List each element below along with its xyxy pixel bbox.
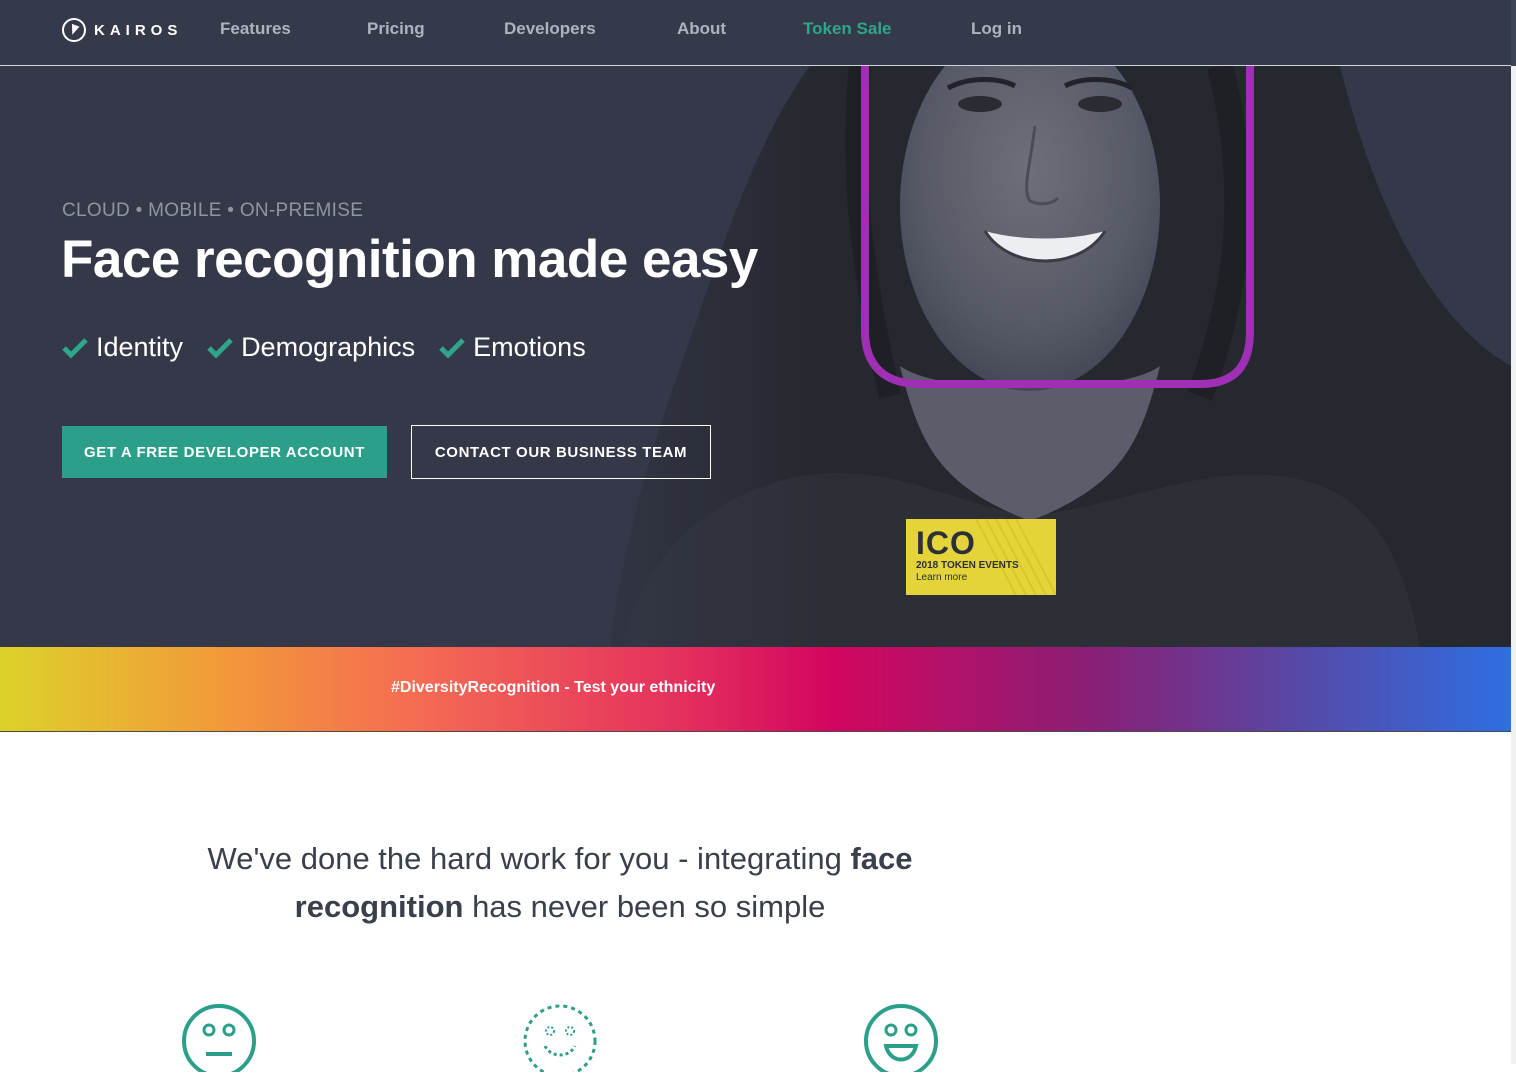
diversity-recognition-banner: #DiversityRecognition - Test your ethnic… bbox=[0, 647, 1511, 732]
ico-token-events-badge[interactable]: ICO 2018 TOKEN EVENTS Learn more bbox=[906, 519, 1056, 595]
feature-emotions: Emotions bbox=[439, 332, 586, 363]
kairos-logo[interactable]: KAIROS bbox=[62, 16, 182, 44]
nav-token-sale[interactable]: Token Sale bbox=[803, 19, 892, 39]
ico-learn-more-link[interactable]: Learn more bbox=[916, 572, 967, 583]
top-navbar: KAIROS Features Pricing Developers About… bbox=[0, 0, 1511, 66]
intro-text-part2: has never been so simple bbox=[463, 889, 826, 924]
diversity-recognition-link[interactable]: #DiversityRecognition - Test your ethnic… bbox=[391, 679, 715, 697]
scrollbar-track[interactable] bbox=[1511, 0, 1516, 1064]
intro-text-part1: We've done the hard work for you - integ… bbox=[207, 841, 851, 876]
feature-label: Identity bbox=[96, 332, 184, 362]
feature-label: Emotions bbox=[473, 332, 586, 362]
checkmark-icon bbox=[62, 337, 88, 359]
nav-pricing[interactable]: Pricing bbox=[367, 19, 425, 39]
checkmark-icon bbox=[207, 337, 233, 359]
ico-title: ICO bbox=[916, 525, 976, 561]
neutral-face-icon bbox=[180, 1002, 258, 1077]
nav-about[interactable]: About bbox=[677, 19, 726, 39]
happy-face-icon bbox=[862, 1002, 940, 1077]
scrollbar-thumb[interactable] bbox=[1511, 0, 1516, 66]
feature-demographics: Demographics bbox=[207, 332, 415, 363]
nav-developers[interactable]: Developers bbox=[504, 19, 596, 39]
contact-business-team-button[interactable]: CONTACT OUR BUSINESS TEAM bbox=[411, 425, 711, 479]
nav-login[interactable]: Log in bbox=[971, 19, 1022, 39]
hero-headline: Face recognition made easy bbox=[61, 230, 758, 289]
ico-subtitle: 2018 TOKEN EVENTS bbox=[916, 560, 1019, 571]
logo-text: KAIROS bbox=[94, 21, 183, 39]
free-developer-account-button[interactable]: GET A FREE DEVELOPER ACCOUNT bbox=[62, 426, 387, 478]
kairos-logo-icon bbox=[62, 18, 86, 42]
hero-feature-list: Identity Demographics Emotions bbox=[62, 332, 610, 363]
nav-features[interactable]: Features bbox=[220, 19, 291, 39]
intro-statement: We've done the hard work for you - integ… bbox=[150, 835, 970, 931]
hero-section: CLOUD • MOBILE • ON-PREMISE Face recogni… bbox=[0, 66, 1511, 647]
dashed-smile-face-icon bbox=[521, 1002, 599, 1077]
feature-identity: Identity bbox=[62, 332, 183, 363]
hero-subtitle: CLOUD • MOBILE • ON-PREMISE bbox=[62, 200, 364, 221]
feature-label: Demographics bbox=[241, 332, 416, 362]
checkmark-icon bbox=[439, 337, 465, 359]
